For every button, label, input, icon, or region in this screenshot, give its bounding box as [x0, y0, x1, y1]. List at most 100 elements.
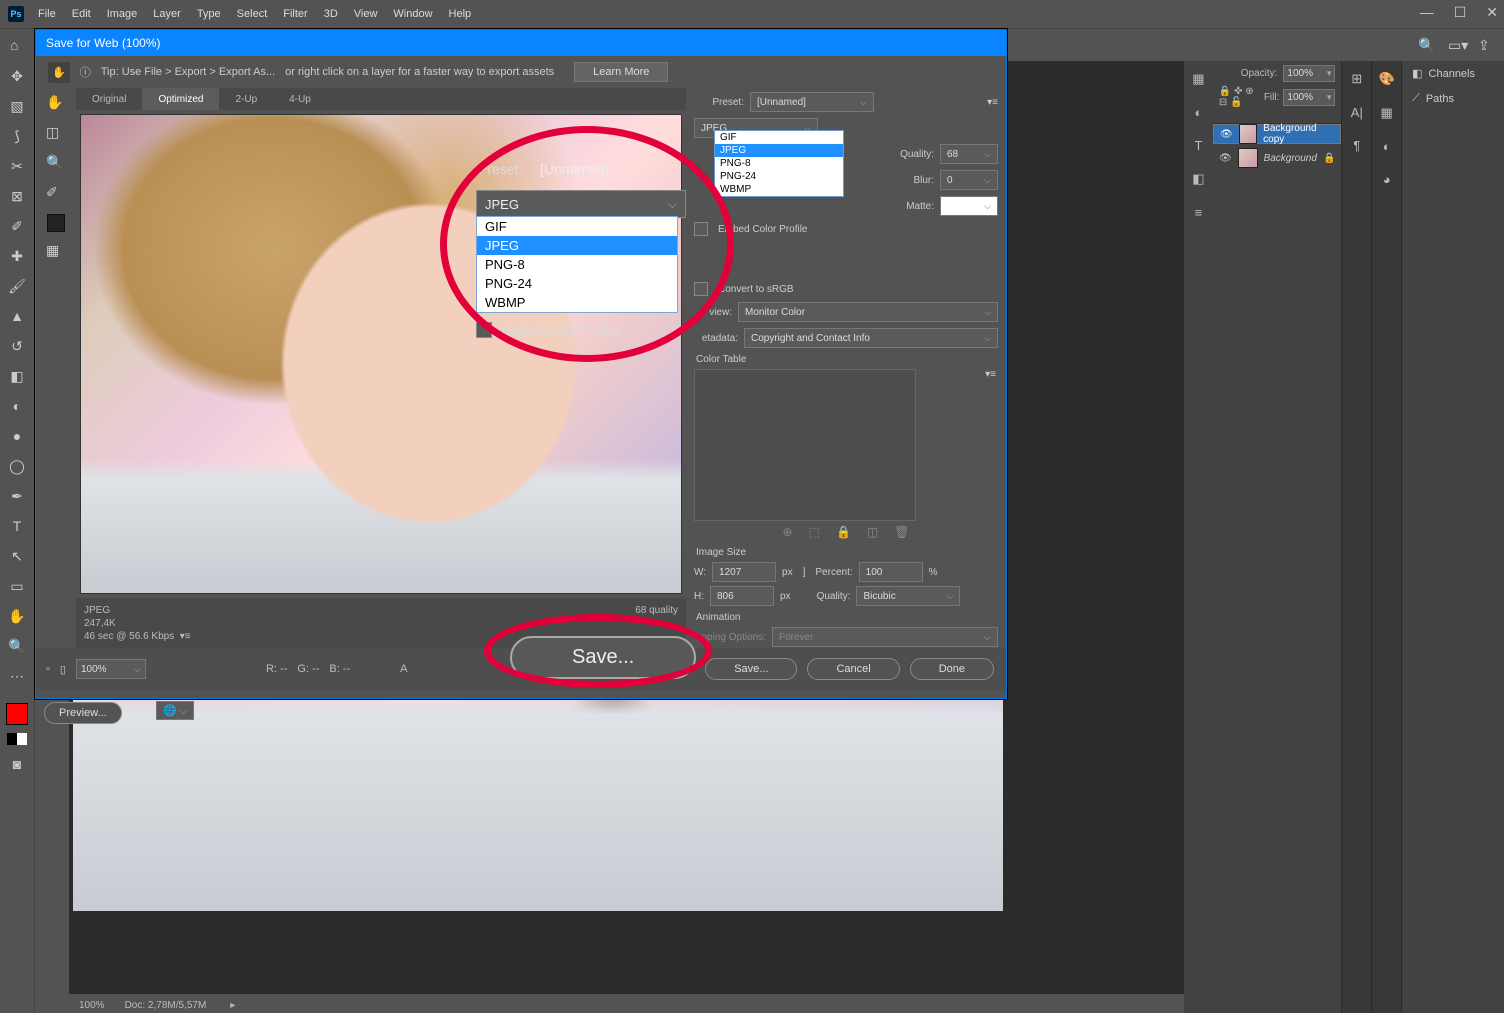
- slice-icon[interactable]: ◫: [46, 124, 66, 144]
- convert-checkbox[interactable]: [694, 282, 708, 296]
- ct-icon[interactable]: 🗑: [894, 525, 909, 539]
- menu-help[interactable]: Help: [449, 8, 472, 20]
- colortable-menu-icon[interactable]: ▾≡: [985, 369, 996, 380]
- brush-tool-icon[interactable]: 🖌: [6, 275, 28, 297]
- share-icon[interactable]: ⇪: [1478, 37, 1494, 53]
- status-zoom[interactable]: 100%: [79, 1000, 105, 1011]
- browser-select[interactable]: 🌐 ⌵: [156, 701, 194, 720]
- opacity-input[interactable]: 100%▾: [1283, 65, 1335, 82]
- format-option[interactable]: WBMP: [715, 183, 843, 196]
- panel-icon[interactable]: ¶: [1353, 138, 1360, 153]
- channels-tab[interactable]: ◧Channels: [1402, 61, 1504, 86]
- styles-panel-icon[interactable]: ◕: [1383, 172, 1391, 187]
- panel-icon[interactable]: ◐: [1195, 105, 1203, 120]
- move-tool-icon[interactable]: ✥: [6, 65, 28, 87]
- frame-tool-icon[interactable]: ⊠: [6, 185, 28, 207]
- menu-view[interactable]: View: [354, 8, 378, 20]
- lock-icons[interactable]: 🔒 ✜ ⊕ ⊟ 🔓: [1219, 86, 1260, 108]
- format-option[interactable]: GIF: [715, 131, 843, 144]
- close-icon[interactable]: ✕: [1486, 4, 1498, 21]
- eraser-tool-icon[interactable]: ◧: [6, 365, 28, 387]
- overlay-embed-checkbox[interactable]: [476, 322, 492, 338]
- toggle-icon[interactable]: ▫: [46, 663, 50, 675]
- bw-swatch[interactable]: [7, 733, 27, 745]
- blur-input[interactable]: 0⌵: [940, 170, 998, 190]
- panel-icon[interactable]: ≡: [1195, 205, 1203, 220]
- shape-tool-icon[interactable]: ▭: [6, 575, 28, 597]
- eye-icon[interactable]: 👁: [1220, 129, 1233, 140]
- zoom-icon[interactable]: 🔍: [46, 154, 66, 174]
- color-swatch[interactable]: [47, 214, 65, 232]
- marquee-tool-icon[interactable]: ▧: [6, 95, 28, 117]
- panel-icon[interactable]: ◧: [1192, 171, 1204, 187]
- menu-filter[interactable]: Filter: [283, 8, 307, 20]
- eyedropper-tool-icon[interactable]: ✐: [6, 215, 28, 237]
- format-option[interactable]: GIF: [477, 217, 677, 236]
- format-option[interactable]: JPEG: [477, 236, 677, 255]
- width-input[interactable]: [712, 562, 776, 582]
- panel-icon[interactable]: ⊞: [1351, 71, 1362, 87]
- pen-tool-icon[interactable]: ✒: [6, 485, 28, 507]
- preview-button[interactable]: Preview...: [44, 702, 122, 724]
- preset-menu-icon[interactable]: ▾≡: [987, 97, 998, 108]
- format-option[interactable]: PNG-24: [477, 274, 677, 293]
- layer-row[interactable]: 👁 Background 🔒: [1213, 144, 1342, 172]
- menu-select[interactable]: Select: [237, 8, 268, 20]
- ct-icon[interactable]: 🔒: [836, 525, 851, 539]
- blur-tool-icon[interactable]: ●: [6, 425, 28, 447]
- menu-type[interactable]: Type: [197, 8, 221, 20]
- fill-input[interactable]: 100%▾: [1283, 89, 1335, 106]
- status-chevron-icon[interactable]: ▸: [230, 1000, 235, 1011]
- preset-select[interactable]: [Unnamed]⌵: [750, 92, 874, 112]
- minimize-icon[interactable]: —: [1420, 4, 1434, 21]
- swatches-panel-icon[interactable]: ▦: [1381, 105, 1393, 121]
- metadata-select[interactable]: Copyright and Contact Info⌵: [744, 328, 998, 348]
- menu-layer[interactable]: Layer: [153, 8, 181, 20]
- matte-select[interactable]: ⌵: [940, 196, 998, 216]
- save-button[interactable]: Save...: [705, 658, 797, 680]
- foreground-swatch[interactable]: [6, 703, 28, 725]
- tab-2up[interactable]: 2-Up: [219, 88, 273, 110]
- format-option[interactable]: PNG-8: [477, 255, 677, 274]
- type-tool-icon[interactable]: T: [6, 515, 28, 537]
- crop-tool-icon[interactable]: ✂: [6, 155, 28, 177]
- menu-file[interactable]: File: [38, 8, 56, 20]
- embed-checkbox[interactable]: [694, 222, 708, 236]
- tab-optimized[interactable]: Optimized: [142, 88, 219, 110]
- gradient-tool-icon[interactable]: ◐: [6, 395, 28, 417]
- cancel-button[interactable]: Cancel: [807, 658, 899, 680]
- annotation-save-button[interactable]: Save...: [510, 636, 696, 679]
- maximize-icon[interactable]: ☐: [1454, 4, 1467, 21]
- preview-image[interactable]: [80, 114, 682, 594]
- zoom-select[interactable]: 100%⌵: [76, 659, 146, 679]
- link-icon[interactable]: ]: [803, 567, 806, 578]
- dodge-tool-icon[interactable]: ◯: [6, 455, 28, 477]
- resample-select[interactable]: Bicubic⌵: [856, 586, 960, 606]
- adjust-panel-icon[interactable]: ◐: [1383, 139, 1391, 154]
- menu-3d[interactable]: 3D: [324, 8, 338, 20]
- format-option[interactable]: WBMP: [477, 293, 677, 312]
- format-option[interactable]: PNG-24: [715, 170, 843, 183]
- eye-icon[interactable]: 👁: [1219, 153, 1232, 164]
- preview-select[interactable]: Monitor Color⌵: [738, 302, 998, 322]
- stamp-tool-icon[interactable]: ▲: [6, 305, 28, 327]
- panel-icon[interactable]: T: [1194, 138, 1202, 153]
- menu-window[interactable]: Window: [393, 8, 432, 20]
- more-tools-icon[interactable]: ⋯: [6, 665, 28, 687]
- layer-row[interactable]: 👁 Background copy: [1213, 124, 1342, 144]
- paths-tab[interactable]: ⟋Paths: [1402, 86, 1504, 111]
- color-panel-icon[interactable]: 🎨: [1379, 71, 1395, 87]
- ct-icon[interactable]: ⬚: [809, 525, 820, 539]
- quickmask-icon[interactable]: ◙: [6, 753, 28, 775]
- tab-original[interactable]: Original: [76, 88, 142, 110]
- search-icon[interactable]: 🔍: [1418, 37, 1434, 53]
- hand-icon[interactable]: ✋: [46, 94, 66, 114]
- eyedrop-icon[interactable]: ✐: [46, 184, 66, 204]
- menu-edit[interactable]: Edit: [72, 8, 91, 20]
- workspace-icon[interactable]: ▭▾: [1448, 37, 1464, 53]
- learn-more-button[interactable]: Learn More: [574, 62, 668, 82]
- height-input[interactable]: [710, 586, 774, 606]
- hand-icon[interactable]: ✋: [48, 62, 70, 83]
- overlay-format-select[interactable]: JPEG⌵: [476, 190, 686, 218]
- format-option[interactable]: JPEG: [715, 144, 843, 157]
